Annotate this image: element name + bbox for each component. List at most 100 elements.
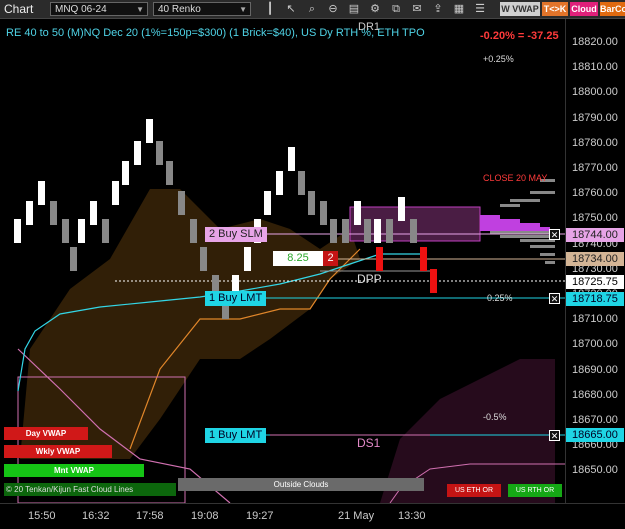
- renko-brick: [288, 147, 295, 171]
- close-order-icon[interactable]: ✕: [549, 229, 560, 240]
- renko-brick: [264, 191, 271, 215]
- renko-brick: [70, 247, 77, 271]
- price-tick: 18770.00: [572, 162, 618, 174]
- position-pnl[interactable]: 8.25: [273, 251, 323, 266]
- cloud-button[interactable]: Cloud: [570, 2, 598, 16]
- price-tick: 18780.00: [572, 136, 618, 149]
- renko-brick: [78, 219, 85, 243]
- clone-icon[interactable]: ⧉: [389, 2, 403, 16]
- pointer-icon[interactable]: ↖: [284, 2, 298, 16]
- tk-button[interactable]: T<>K: [542, 2, 568, 16]
- renko-brick: [354, 201, 361, 225]
- close-label: CLOSE 20 MAY: [483, 173, 548, 183]
- renko-brick: [112, 181, 119, 205]
- renko-brick: [276, 171, 283, 195]
- time-tick: 13:30: [398, 510, 426, 522]
- buy-slm-order[interactable]: 2 Buy SLM: [205, 227, 267, 242]
- bar-type-value: 40 Renko: [158, 4, 201, 15]
- renko-brick-down: [420, 247, 427, 271]
- buy-lmt-price-tag-2: 18665.00: [566, 428, 624, 442]
- renko-brick: [50, 201, 57, 225]
- price-tick: 18810.00: [572, 61, 618, 74]
- price-tick: 18650.00: [572, 464, 618, 477]
- zoom-in-icon[interactable]: ⌕: [305, 2, 319, 16]
- renko-brick: [38, 181, 45, 205]
- price-tick: 18690.00: [572, 363, 618, 376]
- bars-icon[interactable]: ┃: [263, 2, 277, 16]
- price-tick: 18760.00: [572, 187, 618, 200]
- renko-brick: [134, 141, 141, 165]
- dr1-label: DR1: [358, 21, 381, 33]
- price-tick: 18670.00: [572, 414, 618, 426]
- price-tick: 18680.00: [572, 388, 618, 401]
- price-tick: 18800.00: [572, 86, 618, 99]
- dpp-label: DPP: [357, 272, 382, 286]
- buy-slm-price-tag: 18744.00: [566, 228, 624, 242]
- copyright-text: © 20: [6, 485, 24, 494]
- price-tick: 18700.00: [572, 338, 618, 351]
- chevron-down-icon: ▼: [239, 5, 247, 14]
- bar-type-selector[interactable]: 40 Renko ▼: [153, 2, 251, 16]
- renko-brick: [398, 197, 405, 221]
- chevron-down-icon: ▼: [136, 5, 144, 14]
- renko-brick-down: [376, 247, 383, 271]
- menu-icon[interactable]: ▦: [452, 2, 466, 16]
- wkly-vwap-legend[interactable]: Wkly VWAP: [4, 445, 112, 458]
- price-tick: 18710.00: [572, 313, 618, 326]
- mnt-vwap-legend[interactable]: Mnt VWAP: [4, 464, 144, 477]
- us-eth-or-legend[interactable]: US ETH OR: [447, 484, 501, 497]
- list-icon[interactable]: ☰: [473, 2, 487, 16]
- renko-brick: [190, 219, 197, 243]
- renko-brick-down: [430, 269, 437, 293]
- instrument-value: MNQ 06-24: [55, 4, 107, 15]
- templates-icon[interactable]: ⚙: [368, 2, 382, 16]
- price-tick: 18820.00: [572, 36, 618, 48]
- tenkan-legend-label: Tenkan/Kijun Fast Cloud Lines: [25, 485, 134, 494]
- time-tick: 16:32: [82, 510, 110, 522]
- renko-brick: [374, 219, 381, 243]
- close-order-icon[interactable]: ✕: [549, 293, 560, 304]
- renko-brick: [90, 201, 97, 225]
- renko-brick: [342, 219, 349, 243]
- time-tick: 17:58: [136, 510, 164, 522]
- time-tick: 21 May: [338, 510, 375, 522]
- renko-brick: [386, 219, 393, 243]
- tenkan-legend[interactable]: © 20 Tenkan/Kijun Fast Cloud Lines: [4, 483, 176, 496]
- outside-clouds-legend[interactable]: Outside Clouds: [178, 478, 424, 491]
- us-rth-or-legend[interactable]: US RTH OR: [508, 484, 562, 497]
- last-price-tag: 18734.00: [566, 252, 624, 266]
- day-vwap-legend[interactable]: Day VWAP: [4, 427, 88, 440]
- time-axis[interactable]: 15:50 16:32 17:58 19:08 19:27 21 May 13:…: [0, 503, 625, 529]
- buy-lmt-order-1[interactable]: 1 Buy LMT: [205, 291, 267, 306]
- alerts-icon[interactable]: ✉: [410, 2, 424, 16]
- renko-brick: [102, 219, 109, 243]
- toolbar: Chart MNQ 06-24 ▼ 40 Renko ▼ ┃ ↖ ⌕ ⊖ ▤ ⚙…: [0, 0, 625, 19]
- renko-brick: [244, 247, 251, 271]
- zoom-out-icon[interactable]: ⊖: [326, 2, 340, 16]
- instrument-selector[interactable]: MNQ 06-24 ▼: [50, 2, 148, 16]
- renko-brick: [178, 191, 185, 215]
- renko-brick: [62, 219, 69, 243]
- chart-panel[interactable]: RE 40 to 50 (M)NQ Dec 20 (1%=150p=$300) …: [0, 19, 565, 503]
- share-icon[interactable]: ⇪: [431, 2, 445, 16]
- renko-brick: [364, 219, 371, 243]
- properties-icon[interactable]: ▤: [347, 2, 361, 16]
- renko-brick: [298, 171, 305, 195]
- change-percent: -0.20% = -37.25: [480, 30, 559, 42]
- renko-brick: [166, 161, 173, 185]
- renko-brick: [410, 219, 417, 243]
- buy-lmt-order-2[interactable]: 1 Buy LMT: [205, 428, 267, 443]
- up-pct-label: +0.25%: [483, 54, 514, 64]
- renko-brick: [330, 219, 337, 243]
- time-tick: 15:50: [28, 510, 56, 522]
- renko-brick: [14, 219, 21, 243]
- wvwap-button[interactable]: W VWAP: [500, 2, 540, 16]
- app-title: Chart: [4, 2, 34, 16]
- close-order-icon[interactable]: ✕: [549, 430, 560, 441]
- renko-brick: [26, 201, 33, 225]
- pct-neg05-label: -0.5%: [483, 412, 507, 422]
- barcolor-button[interactable]: BarCo: [600, 2, 625, 16]
- price-tick: 18790.00: [572, 111, 618, 124]
- position-qty[interactable]: 2: [323, 251, 338, 266]
- buy-lmt-price-tag-1: 18718.75: [566, 292, 624, 306]
